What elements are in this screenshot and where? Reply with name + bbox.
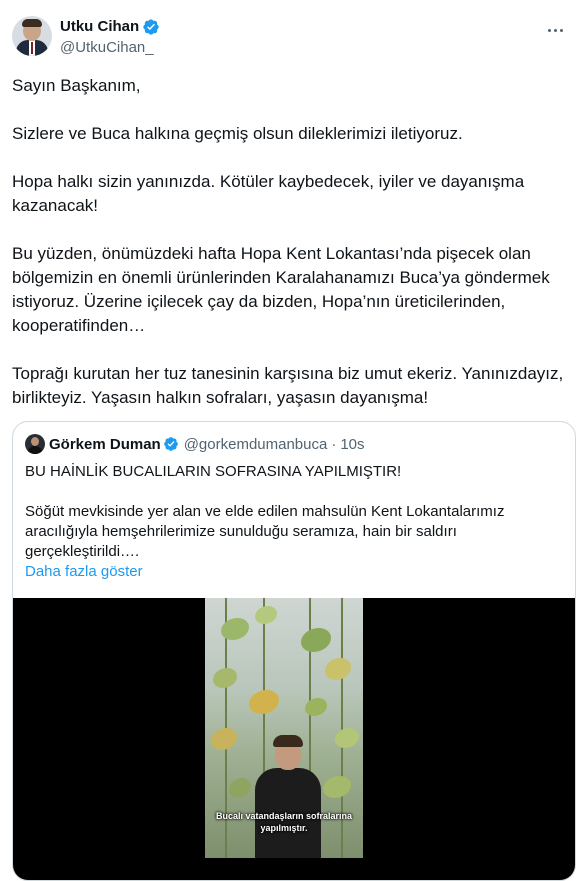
show-more-link[interactable]: Daha fazla göster [25, 562, 555, 582]
verified-badge-icon [143, 19, 159, 35]
tweet-paragraph: Sayın Başkanım, [12, 76, 141, 95]
more-icon[interactable] [545, 20, 565, 40]
quote-avatar[interactable] [25, 434, 45, 454]
author-name-row: Utku Cihan [60, 18, 160, 36]
quote-header: Görkem Duman @gorkemdumanbuca · 10s [25, 434, 365, 454]
author-avatar[interactable] [12, 16, 52, 56]
quote-timestamp[interactable]: 10s [340, 436, 364, 453]
quote-separator: · [331, 435, 337, 453]
tweet-text: Sayın Başkanım, Sizlere ve Buca halkına … [12, 74, 574, 434]
quote-headline: BU HAİNLİK BUCALILARIN SOFRASINA YAPILMI… [25, 463, 402, 480]
tweet-paragraph: Sizlere ve Buca halkına geçmiş olsun dil… [12, 124, 463, 143]
author-display-name[interactable]: Utku Cihan [60, 18, 139, 36]
tweet-paragraph: Hopa halkı sizin yanınızda. Kötüler kayb… [12, 172, 525, 215]
video-frame[interactable]: Bucalı vatandaşların sofralarına yapılmı… [205, 598, 363, 858]
quoted-tweet[interactable]: Görkem Duman @gorkemdumanbuca · 10s BU H… [12, 421, 576, 881]
quote-handle[interactable]: @gorkemdumanbuca [184, 436, 328, 453]
video-caption: Bucalı vatandaşların sofralarına yapılmı… [215, 811, 353, 833]
author-handle[interactable]: @UtkuCihan_ [60, 39, 154, 57]
video-media[interactable]: Bucalı vatandaşların sofralarına yapılmı… [13, 598, 575, 880]
tweet-header: Utku Cihan @UtkuCihan_ [12, 12, 569, 60]
quote-text: Söğüt mevkisinde yer alan ve elde edilen… [25, 503, 505, 560]
tweet-paragraph: Bu yüzden, önümüzdeki hafta Hopa Kent Lo… [12, 244, 550, 335]
quote-display-name[interactable]: Görkem Duman [49, 436, 161, 453]
verified-badge-icon [163, 437, 178, 451]
quote-body: BU HAİNLİK BUCALILARIN SOFRASINA YAPILMI… [25, 462, 555, 582]
tweet-paragraph: Toprağı kurutan her tuz tanesinin karşıs… [12, 364, 564, 407]
